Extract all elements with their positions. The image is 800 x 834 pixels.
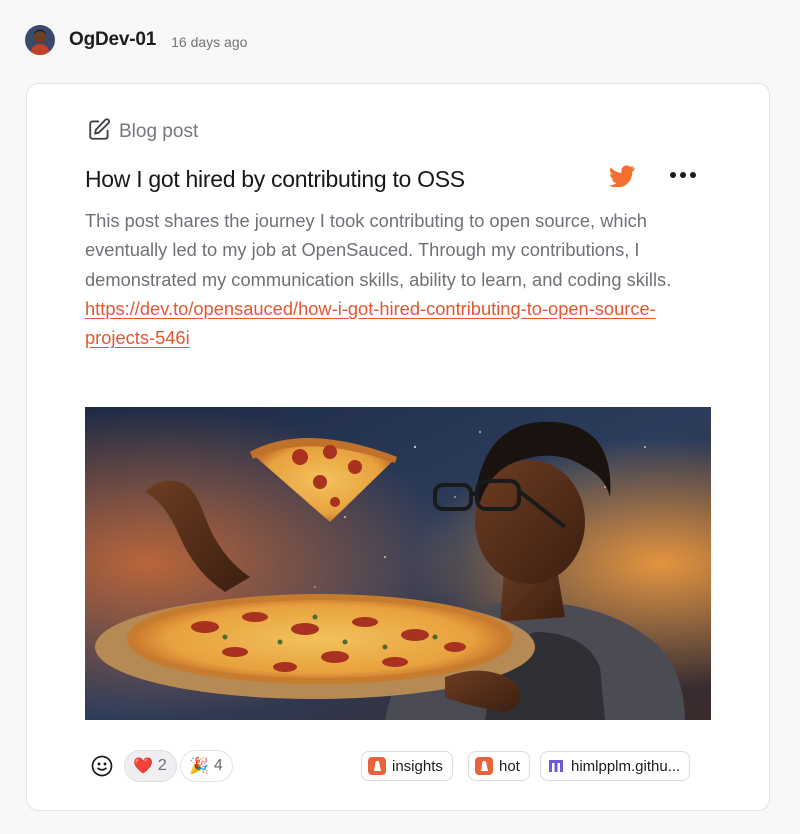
post-body: This post shares the journey I took cont… (85, 210, 672, 290)
username[interactable]: OgDev-01 (69, 29, 156, 51)
repo-m-icon (547, 757, 565, 775)
post-link[interactable]: https://dev.to/opensauced/how-i-got-hire… (85, 298, 656, 348)
twitter-icon[interactable] (609, 165, 635, 192)
timestamp: 16 days ago (171, 33, 248, 50)
tag-repo[interactable]: himlpplm.githu... (540, 751, 691, 781)
pencil-square-icon (87, 116, 113, 147)
heart-icon: ❤️ (133, 758, 153, 775)
opensauced-icon (368, 757, 386, 775)
avatar[interactable] (25, 25, 55, 55)
more-dots-icon[interactable] (670, 172, 696, 178)
tag-label: hot (499, 757, 520, 775)
party-popper-icon: 🎉 (189, 758, 209, 775)
menu-dot (680, 172, 686, 178)
post-kind: Blog post (87, 116, 198, 147)
post-kind-label: Blog post (119, 120, 199, 142)
tag-label: insights (392, 757, 443, 775)
post-header: OgDev-01 16 days ago (25, 24, 247, 56)
menu-dot (690, 172, 696, 178)
tag-label: himlpplm.githu... (571, 757, 681, 775)
menu-dot (670, 172, 676, 178)
reaction-count: 4 (213, 757, 223, 774)
tag-insights[interactable]: insights (361, 751, 453, 781)
opensauced-icon (475, 757, 493, 775)
smiley-icon[interactable] (90, 754, 114, 783)
post-title: How I got hired by contributing to OSS (85, 166, 465, 192)
highlight-card: Blog post How I got hired by contributin… (26, 83, 770, 811)
post-image (85, 407, 711, 720)
tag-hot[interactable]: hot (468, 751, 530, 781)
reaction-count: 2 (157, 757, 167, 774)
reaction-heart[interactable]: ❤️ 2 (124, 750, 177, 782)
reaction-party[interactable]: 🎉 4 (180, 750, 233, 782)
post-description: This post shares the journey I took cont… (85, 206, 715, 352)
